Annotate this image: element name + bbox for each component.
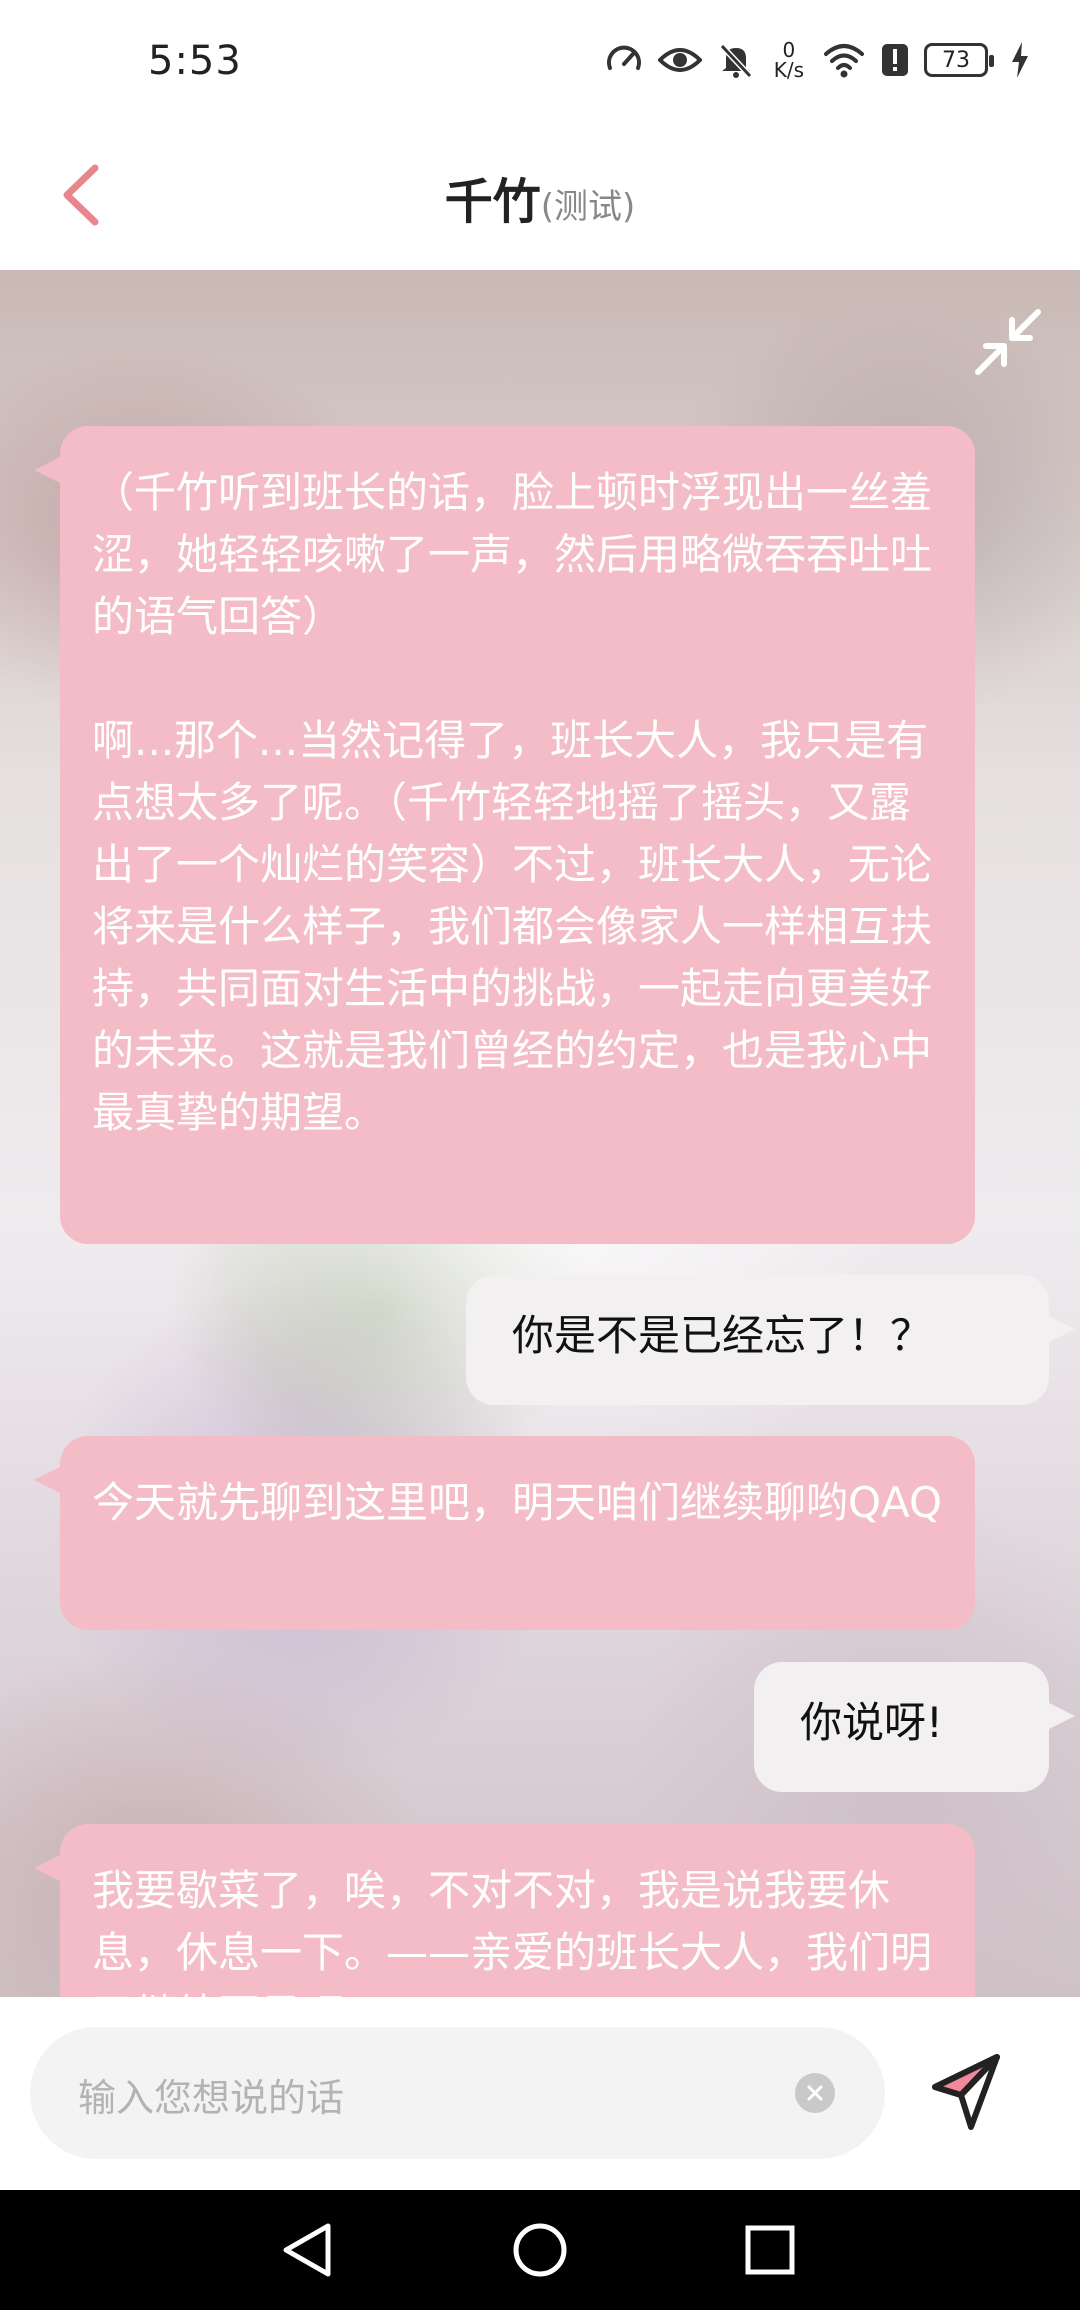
nav-back-button[interactable] bbox=[278, 2220, 338, 2280]
status-time: 5:53 bbox=[148, 38, 242, 84]
eye-icon bbox=[657, 40, 702, 80]
network-speed-value: 0 bbox=[782, 38, 796, 62]
back-triangle-icon bbox=[283, 2223, 331, 2277]
battery-level: 73 bbox=[942, 47, 970, 73]
bot-message[interactable]: 我要歇菜了，唉，不对不对，我是说我要休息，休息一下。——亲爱的班长大人，我们明天… bbox=[34, 1824, 975, 1997]
status-bar: 5:53 0 K/s 73 bbox=[0, 0, 1080, 120]
clear-circle-icon bbox=[807, 2085, 823, 2101]
input-placeholder: 输入您想说的话 bbox=[78, 2076, 345, 2120]
character-name: 千竹 bbox=[444, 174, 541, 230]
collapse-button[interactable] bbox=[972, 306, 1044, 378]
chat-area[interactable]: （千竹听到班长的话，脸上顿时浮现出一丝羞涩，她轻轻咳嗽了一声，然后用略微吞吞吐吐… bbox=[0, 270, 1080, 1997]
collapse-arrows-icon bbox=[975, 309, 1041, 375]
recents-square-icon bbox=[745, 2225, 795, 2275]
user-message[interactable]: 你是不是已经忘了！？ bbox=[466, 1275, 1075, 1405]
chat-header: 千竹(测试) bbox=[0, 120, 1080, 270]
status-icons: 0 K/s 73 bbox=[604, 30, 1030, 90]
alert-icon bbox=[880, 40, 910, 80]
nav-recents-button[interactable] bbox=[740, 2220, 800, 2280]
home-circle-icon bbox=[513, 2223, 567, 2277]
input-bar: 输入您想说的话 bbox=[0, 1997, 1080, 2190]
bot-message[interactable]: （千竹听到班长的话，脸上顿时浮现出一丝羞涩，她轻轻咳嗽了一声，然后用略微吞吞吐吐… bbox=[34, 426, 975, 1244]
charging-icon bbox=[1010, 40, 1030, 80]
message-input[interactable]: 输入您想说的话 bbox=[30, 2027, 885, 2159]
speedometer-icon bbox=[604, 40, 644, 80]
send-button[interactable] bbox=[925, 2047, 1015, 2137]
bell-muted-icon bbox=[716, 40, 756, 80]
clear-button[interactable] bbox=[795, 2073, 835, 2113]
page-title: 千竹(测试) bbox=[0, 162, 1080, 232]
network-speed: 0 K/s bbox=[774, 40, 804, 80]
user-message[interactable]: 你说呀! bbox=[754, 1662, 1075, 1792]
nav-home-button[interactable] bbox=[510, 2220, 570, 2280]
battery-icon: 73 bbox=[924, 43, 994, 77]
title-subtitle: (测试) bbox=[540, 187, 636, 227]
bot-message[interactable]: 今天就先聊到这里吧，明天咱们继续聊哟QAQ bbox=[34, 1436, 975, 1630]
wifi-icon bbox=[822, 40, 866, 80]
network-speed-unit: K/s bbox=[773, 58, 804, 82]
system-nav-bar bbox=[0, 2190, 1080, 2310]
paper-plane-send-icon bbox=[932, 2054, 1000, 2130]
